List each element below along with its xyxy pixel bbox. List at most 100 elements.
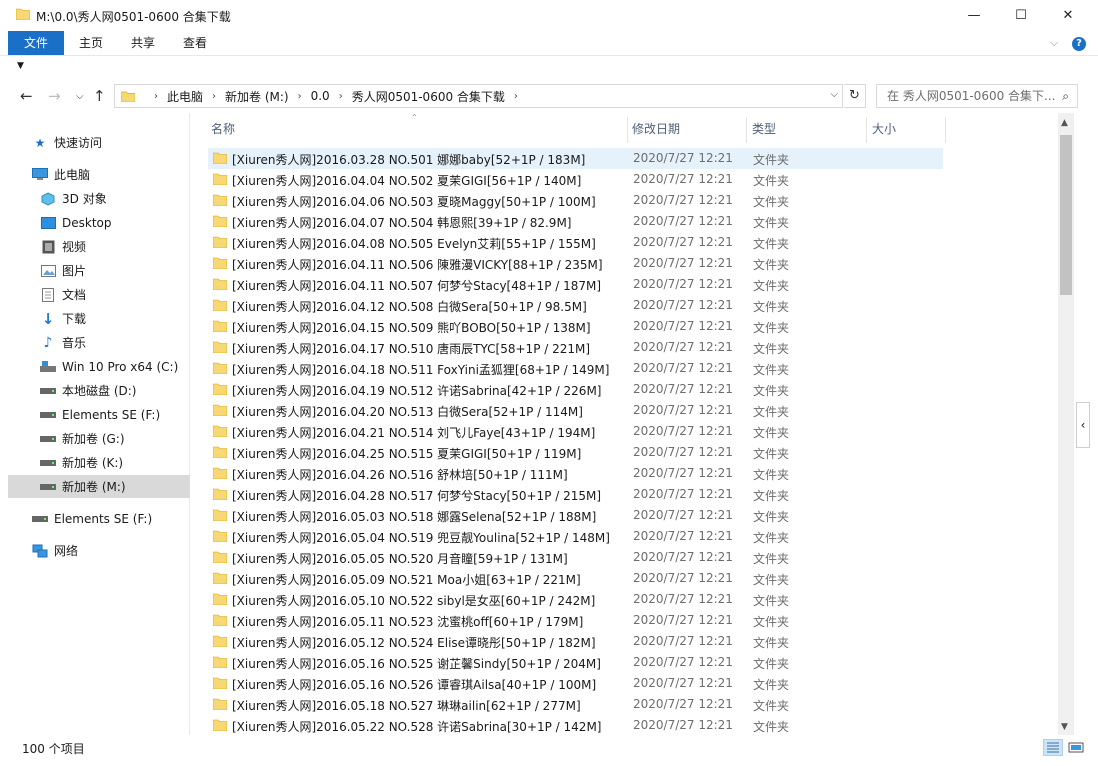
close-button[interactable]: ✕: [1045, 0, 1091, 31]
details-view-icon[interactable]: [1043, 739, 1063, 756]
file-row[interactable]: [Xiuren秀人网]2016.05.04 NO.519 兜豆靓Youlina[…: [208, 526, 943, 547]
file-row[interactable]: [Xiuren秀人网]2016.03.28 NO.501 娜娜baby[52+1…: [208, 148, 943, 169]
back-icon[interactable]: ←: [20, 87, 33, 105]
column-header-size[interactable]: 大小: [872, 117, 896, 141]
sidebar-item-network[interactable]: 网络: [8, 539, 190, 562]
file-row[interactable]: [Xiuren秀人网]2016.05.09 NO.521 Moa小姐[63+1P…: [208, 568, 943, 589]
file-row[interactable]: [Xiuren秀人网]2016.05.16 NO.525 谢芷馨Sindy[50…: [208, 652, 943, 673]
refresh-button[interactable]: ↻: [844, 84, 866, 108]
maximize-button[interactable]: ☐: [998, 0, 1044, 31]
sidebar-item-drive-m[interactable]: 新加卷 (M:): [8, 475, 190, 498]
file-row[interactable]: [Xiuren秀人网]2016.04.17 NO.510 唐雨辰TYC[58+1…: [208, 337, 943, 358]
sidebar-item-elements-se[interactable]: Elements SE (F:): [8, 507, 190, 530]
file-row[interactable]: [Xiuren秀人网]2016.04.07 NO.504 韩恩熙[39+1P /…: [208, 211, 943, 232]
sidebar-item-pictures[interactable]: 图片: [8, 259, 190, 282]
preview-pane-toggle-icon[interactable]: ‹: [1076, 402, 1090, 448]
sidebar-item-drive-g[interactable]: 新加卷 (G:): [8, 427, 190, 450]
sidebar-item-drive-f[interactable]: Elements SE (F:): [8, 403, 190, 426]
file-type: 文件夹: [753, 720, 790, 734]
file-row[interactable]: [Xiuren秀人网]2016.04.26 NO.516 舒林培[50+1P /…: [208, 463, 943, 484]
minimize-button[interactable]: —: [951, 0, 997, 31]
sidebar-item-music[interactable]: ♪ 音乐: [8, 331, 190, 354]
sidebar-item-quick-access[interactable]: ★ 快速访问: [8, 131, 190, 154]
address-dropdown-icon[interactable]: ⌵: [830, 89, 838, 100]
expand-ribbon-icon[interactable]: ⌵: [1050, 36, 1058, 50]
column-divider[interactable]: [627, 117, 628, 143]
tab-share[interactable]: 共享: [117, 31, 169, 55]
tab-view[interactable]: 查看: [169, 31, 221, 55]
customize-toolbar-icon[interactable]: ▼: [17, 61, 24, 71]
file-row[interactable]: [Xiuren秀人网]2016.04.20 NO.513 白微Sera[52+1…: [208, 400, 943, 421]
sidebar-item-label: 此电脑: [54, 168, 91, 182]
scroll-up-icon[interactable]: ▲: [1061, 118, 1068, 128]
sidebar-item-desktop[interactable]: Desktop: [8, 211, 190, 234]
tab-home[interactable]: 主页: [65, 31, 117, 55]
column-header-name[interactable]: 名称: [211, 117, 235, 141]
recent-locations-icon[interactable]: ⌵: [76, 91, 84, 102]
file-row[interactable]: [Xiuren秀人网]2016.05.10 NO.522 sibyl是女巫[60…: [208, 589, 943, 610]
file-row[interactable]: [Xiuren秀人网]2016.04.11 NO.506 陳雅漫VICKY[88…: [208, 253, 943, 274]
up-icon[interactable]: ↑: [93, 87, 106, 105]
column-divider[interactable]: [945, 117, 946, 143]
help-icon[interactable]: ?: [1072, 37, 1086, 51]
file-date: 2020/7/27 12:21: [633, 655, 733, 669]
file-row[interactable]: [Xiuren秀人网]2016.05.03 NO.518 娜露Selena[52…: [208, 505, 943, 526]
file-row[interactable]: [Xiuren秀人网]2016.04.12 NO.508 白微Sera[50+1…: [208, 295, 943, 316]
scroll-down-icon[interactable]: ▼: [1061, 722, 1068, 732]
sidebar-item-label: Elements SE (F:): [54, 511, 153, 526]
sidebar-item-documents[interactable]: 文档: [8, 283, 190, 306]
tab-file[interactable]: 文件: [8, 31, 64, 55]
breadcrumb-this-pc[interactable]: 此电脑: [167, 88, 203, 105]
file-row[interactable]: [Xiuren秀人网]2016.04.04 NO.502 夏茉GIGI[56+1…: [208, 169, 943, 190]
file-row[interactable]: [Xiuren秀人网]2016.04.08 NO.505 Evelyn艾莉[55…: [208, 232, 943, 253]
file-row[interactable]: [Xiuren秀人网]2016.04.25 NO.515 夏茉GIGI[50+1…: [208, 442, 943, 463]
breadcrumb-current-folder[interactable]: 秀人网0501-0600 合集下载: [352, 88, 505, 105]
file-row[interactable]: [Xiuren秀人网]2016.05.12 NO.524 Elise谭晓彤[50…: [208, 631, 943, 652]
file-row[interactable]: [Xiuren秀人网]2016.04.18 NO.511 FoxYini孟狐狸[…: [208, 358, 943, 379]
chevron-right-icon[interactable]: ›: [154, 91, 158, 102]
chevron-right-icon[interactable]: ›: [514, 91, 518, 102]
address-bar[interactable]: › 此电脑 › 新加卷 (M:) › 0.0 › 秀人网0501-0600 合集…: [114, 84, 843, 108]
chevron-right-icon[interactable]: ›: [212, 91, 216, 102]
file-row[interactable]: [Xiuren秀人网]2016.04.19 NO.512 许诺Sabrina[4…: [208, 379, 943, 400]
sidebar-item-drive-k[interactable]: 新加卷 (K:): [8, 451, 190, 474]
breadcrumb-drive-m[interactable]: 新加卷 (M:): [225, 88, 289, 105]
search-input[interactable]: 在 秀人网0501-0600 合集下... ⌕: [876, 84, 1078, 108]
sidebar-item-drive-d[interactable]: 本地磁盘 (D:): [8, 379, 190, 402]
forward-icon[interactable]: →: [48, 87, 61, 105]
file-row[interactable]: [Xiuren秀人网]2016.05.05 NO.520 月音瞳[59+1P /…: [208, 547, 943, 568]
sidebar-item-downloads[interactable]: ↓ 下载: [8, 307, 190, 330]
column-header-type[interactable]: 类型: [752, 117, 776, 141]
file-row[interactable]: [Xiuren秀人网]2016.05.16 NO.526 谭睿琪Ailsa[40…: [208, 673, 943, 694]
file-row[interactable]: [Xiuren秀人网]2016.05.22 NO.528 许诺Sabrina[3…: [208, 715, 943, 735]
sidebar-item-videos[interactable]: 视频: [8, 235, 190, 258]
file-row[interactable]: [Xiuren秀人网]2016.04.21 NO.514 刘飞儿Faye[43+…: [208, 421, 943, 442]
scrollbar-thumb[interactable]: [1060, 135, 1072, 295]
folder-icon: [213, 299, 227, 311]
file-name: [Xiuren秀人网]2016.04.11 NO.506 陳雅漫VICKY[88…: [232, 258, 603, 272]
file-type: 文件夹: [753, 174, 790, 188]
sidebar-item-this-pc[interactable]: 此电脑: [8, 163, 190, 186]
file-type: 文件夹: [753, 153, 790, 167]
vertical-scrollbar[interactable]: ▲ ▼: [1058, 113, 1074, 735]
file-date: 2020/7/27 12:21: [633, 382, 733, 396]
sidebar-item-drive-c[interactable]: Win 10 Pro x64 (C:): [8, 355, 190, 378]
chevron-right-icon[interactable]: ›: [298, 91, 302, 102]
large-icons-view-icon[interactable]: [1066, 739, 1086, 756]
file-row[interactable]: [Xiuren秀人网]2016.05.11 NO.523 沈蜜桃off[60+1…: [208, 610, 943, 631]
chevron-right-icon[interactable]: ›: [339, 91, 343, 102]
file-row[interactable]: [Xiuren秀人网]2016.04.15 NO.509 熊吖BOBO[50+1…: [208, 316, 943, 337]
file-row[interactable]: [Xiuren秀人网]2016.05.18 NO.527 琳琳ailin[62+…: [208, 694, 943, 715]
column-divider[interactable]: [866, 117, 867, 143]
file-row[interactable]: [Xiuren秀人网]2016.04.06 NO.503 夏晓Maggy[50+…: [208, 190, 943, 211]
file-row[interactable]: [Xiuren秀人网]2016.04.28 NO.517 何梦兮Stacy[50…: [208, 484, 943, 505]
file-name: [Xiuren秀人网]2016.04.25 NO.515 夏茉GIGI[50+1…: [232, 447, 582, 461]
document-icon: [40, 287, 56, 302]
column-header-date[interactable]: 修改日期: [632, 117, 680, 141]
search-icon[interactable]: ⌕: [1062, 85, 1069, 107]
breadcrumb-folder-0-0[interactable]: 0.0: [311, 89, 330, 103]
drive-icon: [32, 512, 48, 526]
file-row[interactable]: [Xiuren秀人网]2016.04.11 NO.507 何梦兮Stacy[48…: [208, 274, 943, 295]
column-divider[interactable]: [746, 117, 747, 143]
sidebar-item-3d-objects[interactable]: 3D 对象: [8, 187, 190, 210]
